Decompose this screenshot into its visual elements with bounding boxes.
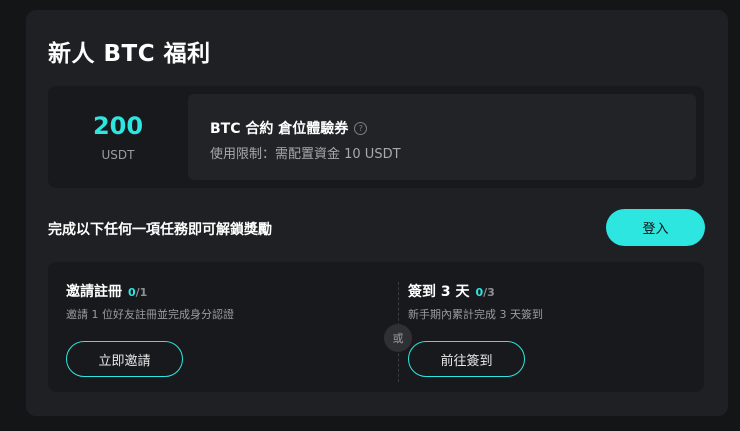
voucher-amount-box: 200 USDT (48, 86, 188, 188)
task-title-text: 邀請註冊 (66, 284, 122, 300)
voucher-name-row: BTC 合約 倉位體驗券 ? (210, 118, 368, 138)
task-title: 簽到 3 天 0/3 (408, 281, 495, 301)
voucher-panel: 200 USDT BTC 合約 倉位體驗券 ? 使用限制：需配置資金 10 US… (48, 86, 704, 188)
task-invite: 邀請註冊 0/1 邀請 1 位好友註冊並完成身分認證 立即邀請 (66, 262, 356, 392)
login-button[interactable]: 登入 (606, 209, 705, 246)
invite-now-button[interactable]: 立即邀請 (66, 341, 183, 377)
task-heading: 完成以下任何一項任務即可解鎖獎勵 (48, 222, 272, 238)
tasks-panel: 邀請註冊 0/1 邀請 1 位好友註冊並完成身分認證 立即邀請 或 簽到 3 天0… (48, 262, 704, 392)
voucher-name: BTC 合約 倉位體驗券 (210, 121, 349, 137)
task-progress-total: /1 (135, 286, 148, 299)
voucher-info: BTC 合約 倉位體驗券 ? 使用限制：需配置資金 10 USDT (188, 94, 696, 180)
task-description: 邀請 1 位好友註冊並完成身分認證 (66, 308, 234, 321)
card-title: 新人 BTC 福利 (48, 41, 211, 67)
task-checkin: 簽到 3 天 0/3 新手期內累計完成 3 天簽到 前往簽到 (408, 262, 698, 392)
voucher-limit: 使用限制：需配置資金 10 USDT (210, 147, 401, 162)
task-progress-done: 0 (475, 286, 484, 299)
task-description: 新手期內累計完成 3 天簽到 (408, 308, 543, 321)
task-title-text: 簽到 3 天 (408, 284, 470, 300)
task-progress-total: /3 (483, 286, 495, 299)
task-title: 邀請註冊 0/1 (66, 281, 147, 301)
voucher-currency: USDT (101, 148, 135, 162)
question-circle-icon[interactable]: ? (354, 121, 368, 135)
task-progress-done: 0 (128, 286, 136, 299)
voucher-amount: 200 (92, 112, 144, 140)
btc-welfare-card: 新人 BTC 福利 200 USDT BTC 合約 倉位體驗券 ? 使用限制：需… (26, 10, 728, 416)
go-checkin-button[interactable]: 前往簽到 (408, 341, 525, 377)
